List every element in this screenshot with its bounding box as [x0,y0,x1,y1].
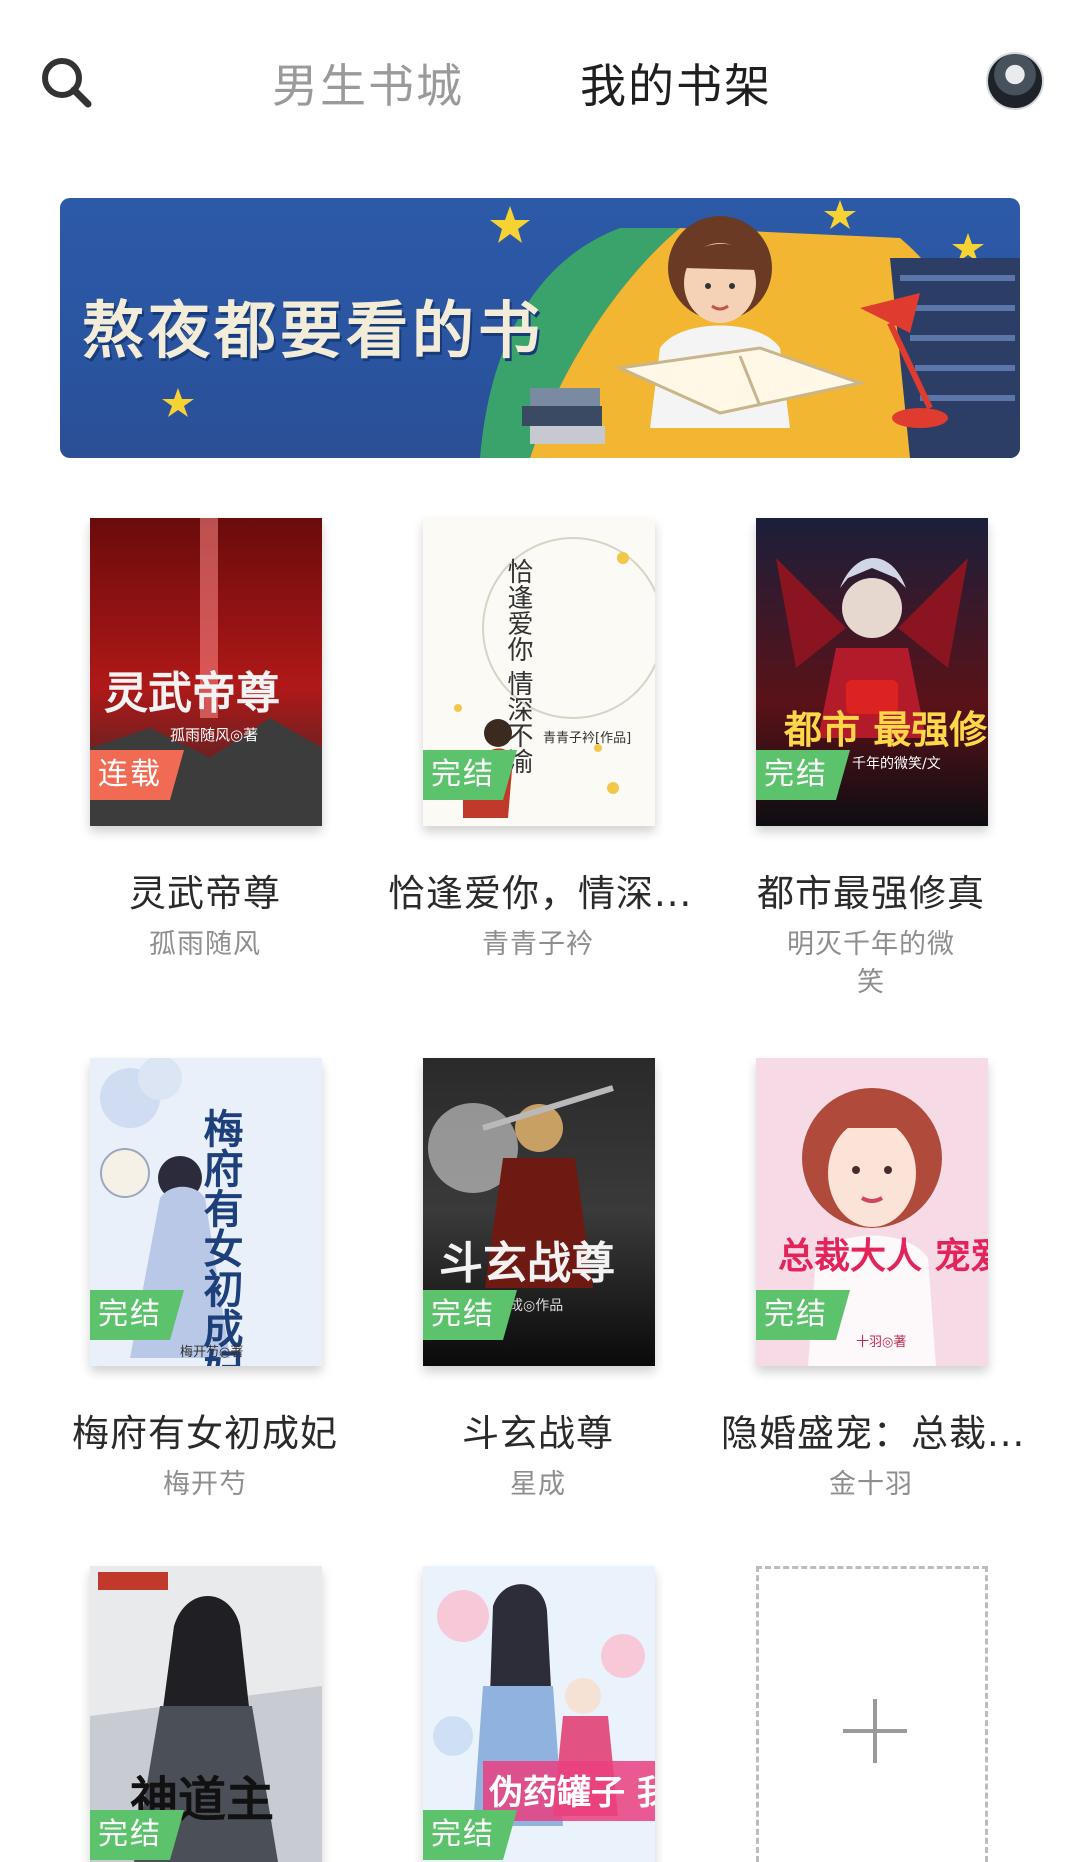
add-book-button[interactable] [756,1566,988,1862]
book-cover[interactable]: 恰逢爱你 情深不渝 青青子衿[作品] 完结 [423,518,655,826]
top-bar: 男生书城 我的书架 [0,0,1080,165]
book-cover[interactable]: 都市 最强修真 千年的微笑/文 完结 [756,518,988,826]
status-badge: 完结 [90,1290,184,1340]
book-title: 隐婚盛宠：总裁... [721,1412,1026,1455]
status-badge: 完结 [423,1290,517,1340]
book-title: 灵武帝尊 [129,872,281,915]
cover-author: 梅开芍◎著 [180,1344,243,1360]
book-author: 孤雨随风 [149,929,261,960]
cover-author: 千年的微笑/文 [852,756,941,772]
tab-my-bookshelf[interactable]: 我的书架 [580,50,772,116]
book-cover[interactable]: 斗玄战尊 星成◎作品 完结 [423,1058,655,1366]
cover-title: 总裁大人 宠爱 [778,1235,988,1277]
tab-male-bookstore[interactable]: 男生书城 [272,50,464,116]
cover-title: 梅府有女初成妃 [197,1108,244,1366]
status-badge: 完结 [423,750,517,800]
book-title: 都市最强修真 [757,872,985,915]
bookshelf-page: 男生书城 我的书架 熬夜都要看的书 灵武帝尊 孤雨随风◎著 连载 灵武帝尊 孤雨… [0,0,1080,1862]
book-cover[interactable]: 灵武帝尊 孤雨随风◎著 连载 [90,518,322,826]
book-author: 金十羽 [829,1469,913,1500]
search-icon[interactable] [36,52,96,112]
plus-icon [873,1699,877,1763]
cover-title: 伪药罐子 我的夫君 [489,1773,655,1813]
book-title: 恰逢爱你，情深... [388,872,693,915]
cover-author: 青青子衿[作品] [543,731,631,746]
banner-title: 熬夜都要看的书 [82,294,545,367]
cover-author: 十羽◎著 [856,1335,906,1350]
cover-title: 灵武帝尊 [104,668,280,719]
book-cover[interactable]: 梅府有女初成妃 梅开芍◎著 完结 [90,1058,322,1366]
status-badge: 完结 [756,750,850,800]
status-badge: 完结 [90,1810,184,1860]
book-cover[interactable]: 神道主 完结 [90,1566,322,1862]
book-title: 梅府有女初成妃 [72,1412,338,1455]
book-author: 明灭千年的微笑 [787,929,955,998]
book-author: 青青子衿 [482,929,594,960]
cover-author: 孤雨随风◎著 [170,726,258,744]
book-cover[interactable]: 伪药罐子 我的夫君 完结 [423,1566,655,1862]
avatar[interactable] [986,52,1044,110]
status-badge: 连载 [90,750,184,800]
book-cover[interactable]: 总裁大人 宠爱 十羽◎著 完结 [756,1058,988,1366]
book-author: 星成 [510,1469,566,1500]
status-badge: 完结 [423,1810,517,1860]
promo-banner[interactable]: 熬夜都要看的书 [60,198,1020,458]
cover-title: 都市 最强修真 [783,707,988,752]
book-author: 梅开芍 [163,1469,247,1500]
cover-title: 斗玄战尊 [439,1238,615,1289]
book-title: 斗玄战尊 [462,1412,614,1455]
status-badge: 完结 [756,1290,850,1340]
